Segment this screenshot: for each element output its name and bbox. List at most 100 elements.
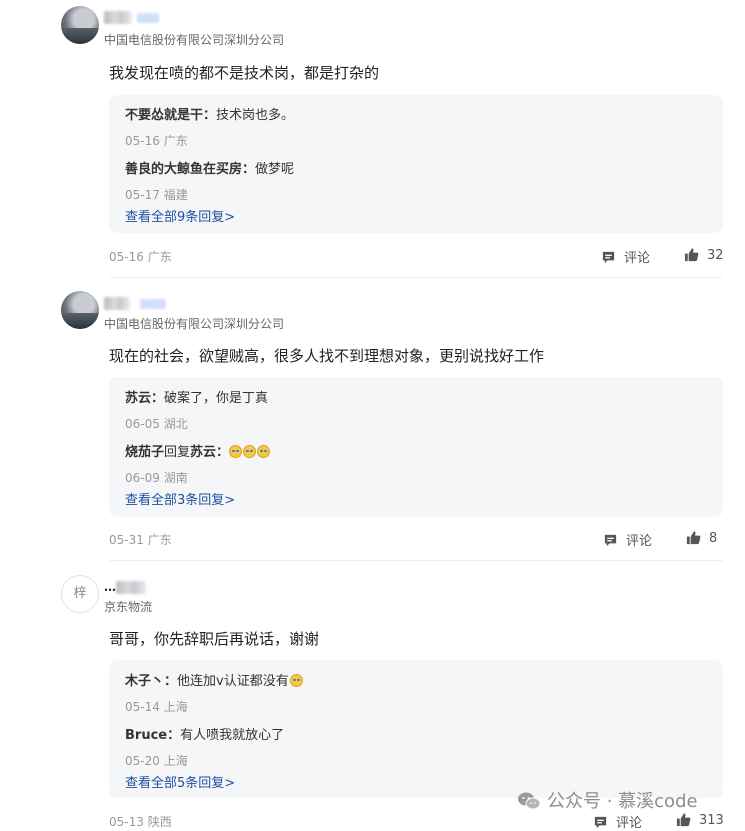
reply-text: 有人喷我就放心了 [180, 728, 285, 743]
reply-separator: ： [151, 391, 165, 406]
reply-date: 05-17 [125, 188, 160, 202]
comment-icon [602, 251, 615, 264]
view-all-label: 查看全部3条回复 [125, 493, 225, 508]
comment-button[interactable]: 评论 [601, 247, 650, 266]
reply-location: 湖南 [163, 471, 188, 485]
reply-date: 06-05 [125, 417, 160, 431]
username-blurred[interactable] [104, 11, 132, 24]
reply-mid: 回复 [164, 445, 191, 460]
reply-author[interactable]: 木子丶 [125, 674, 164, 689]
reply-item: 不要怂就是干：技术岗也多。 [125, 104, 294, 123]
reply-box: 不要怂就是干：技术岗也多。 05-16 广东 善良的大鲸鱼在买房：做梦呢 05-… [109, 95, 723, 233]
chevron-right-icon: > [224, 776, 236, 791]
comment-content: 现在的社会，欲望贼高，很多人找不到理想对象，更别说找好工作 [109, 347, 545, 365]
laughing-emoji-icon [229, 445, 271, 460]
watermark: 公众号 · 慕溪code [517, 787, 698, 813]
divider [109, 277, 723, 278]
username[interactable]: … [104, 580, 116, 594]
view-all-label: 查看全部9条回复 [125, 210, 225, 225]
like-button[interactable]: 313 [676, 812, 724, 828]
reply-author[interactable]: 烧茄子 [125, 445, 164, 460]
reply-author[interactable]: 苏云 [125, 391, 151, 406]
reply-box: 木子丶：他连加v认证都没有 05-14 上海 Bruce：有人喷我就放心了 05… [109, 660, 723, 798]
thumbs-up-icon [684, 248, 699, 262]
reply-date: 06-09 [125, 471, 160, 485]
reply-meta: 06-09 湖南 [125, 469, 188, 486]
comment-item: 中国电信股份有限公司深圳分公司 现在的社会，欲望贼高，很多人找不到理想对象，更别… [0, 283, 745, 561]
reply-item: 苏云：破案了，你是丁真 [125, 387, 268, 406]
like-count: 313 [699, 813, 724, 828]
comment-location: 陕西 [147, 815, 172, 829]
view-all-replies-link[interactable]: 查看全部5条回复> [125, 772, 235, 791]
username-blurred[interactable] [104, 297, 130, 310]
reply-author[interactable]: 善良的大鲸鱼在买房 [125, 162, 242, 177]
username-blurred[interactable] [116, 581, 146, 594]
reply-item: Bruce：有人喷我就放心了 [125, 724, 284, 743]
reply-location: 广东 [163, 134, 188, 148]
comment-icon [594, 816, 607, 829]
user-company: 中国电信股份有限公司深圳分公司 [104, 317, 285, 331]
verified-badge-blurred [137, 13, 159, 23]
reply-target-author[interactable]: 苏云 [190, 445, 216, 460]
thumbs-up-icon [676, 813, 691, 827]
like-count: 32 [707, 248, 724, 263]
reply-location: 湖北 [163, 417, 188, 431]
reply-item: 善良的大鲸鱼在买房：做梦呢 [125, 158, 294, 177]
reply-meta: 06-05 湖北 [125, 415, 188, 432]
comment-date: 05-13 [109, 815, 144, 829]
comment-location: 广东 [147, 533, 172, 547]
divider [109, 560, 723, 561]
reply-box: 苏云：破案了，你是丁真 06-05 湖北 烧茄子回复苏云： 06-09 湖南 查… [109, 377, 723, 517]
reply-location: 上海 [163, 700, 188, 714]
comment-content: 我发现在喷的都不是技术岗，都是打杂的 [109, 64, 380, 82]
comment-meta: 05-16 广东 [109, 248, 172, 265]
avatar[interactable] [61, 6, 99, 44]
reply-location: 福建 [163, 188, 188, 202]
comment-icon [604, 534, 617, 547]
reply-separator: ： [164, 674, 178, 689]
reply-date: 05-20 [125, 754, 160, 768]
chevron-right-icon: > [224, 493, 236, 508]
reply-text: 他连加v认证都没有 [177, 674, 289, 689]
comment-location: 广东 [147, 250, 172, 264]
like-count: 8 [709, 531, 718, 546]
user-company: 京东物流 [104, 600, 153, 614]
reply-date: 05-16 [125, 134, 160, 148]
comment-button[interactable]: 评论 [603, 530, 652, 549]
reply-meta: 05-17 福建 [125, 186, 188, 203]
reply-item: 烧茄子回复苏云： [125, 441, 271, 460]
comment-date: 05-31 [109, 533, 144, 547]
comment-meta: 05-31 广东 [109, 531, 172, 548]
watermark-text: 公众号 · 慕溪code [547, 791, 698, 812]
comment-label: 评论 [624, 251, 651, 266]
reply-text: 技术岗也多。 [216, 108, 295, 123]
reply-text: 做梦呢 [255, 162, 295, 177]
reply-item: 木子丶：他连加v认证都没有 [125, 670, 304, 689]
view-all-replies-link[interactable]: 查看全部9条回复> [125, 206, 235, 225]
reply-author[interactable]: Bruce [125, 728, 167, 743]
reply-author[interactable]: 不要怂就是干 [125, 108, 203, 123]
view-all-label: 查看全部5条回复 [125, 776, 225, 791]
reply-separator: ： [203, 108, 217, 123]
comment-label: 评论 [616, 816, 643, 831]
chevron-right-icon: > [224, 210, 236, 225]
avatar[interactable]: 梓 [61, 575, 99, 613]
comment-label: 评论 [626, 534, 653, 549]
reply-separator: ： [216, 445, 230, 460]
reply-text: 破案了，你是丁真 [164, 391, 269, 406]
reply-meta: 05-20 上海 [125, 752, 188, 769]
reply-separator: ： [242, 162, 256, 177]
smile-emoji-icon [289, 674, 303, 687]
avatar[interactable] [61, 291, 99, 329]
verified-badge-blurred [140, 299, 166, 309]
like-button[interactable]: 32 [684, 247, 724, 263]
reply-location: 上海 [163, 754, 188, 768]
comment-content: 哥哥，你先辞职后再说话，谢谢 [109, 630, 320, 648]
comment-item: 中国电信股份有限公司深圳分公司 我发现在喷的都不是技术岗，都是打杂的 不要怂就是… [0, 0, 745, 278]
reply-meta: 05-16 广东 [125, 132, 188, 149]
like-button[interactable]: 8 [686, 530, 717, 546]
reply-date: 05-14 [125, 700, 160, 714]
comment-button[interactable]: 评论 [593, 812, 642, 831]
view-all-replies-link[interactable]: 查看全部3条回复> [125, 489, 235, 508]
thumbs-up-icon [686, 531, 701, 545]
